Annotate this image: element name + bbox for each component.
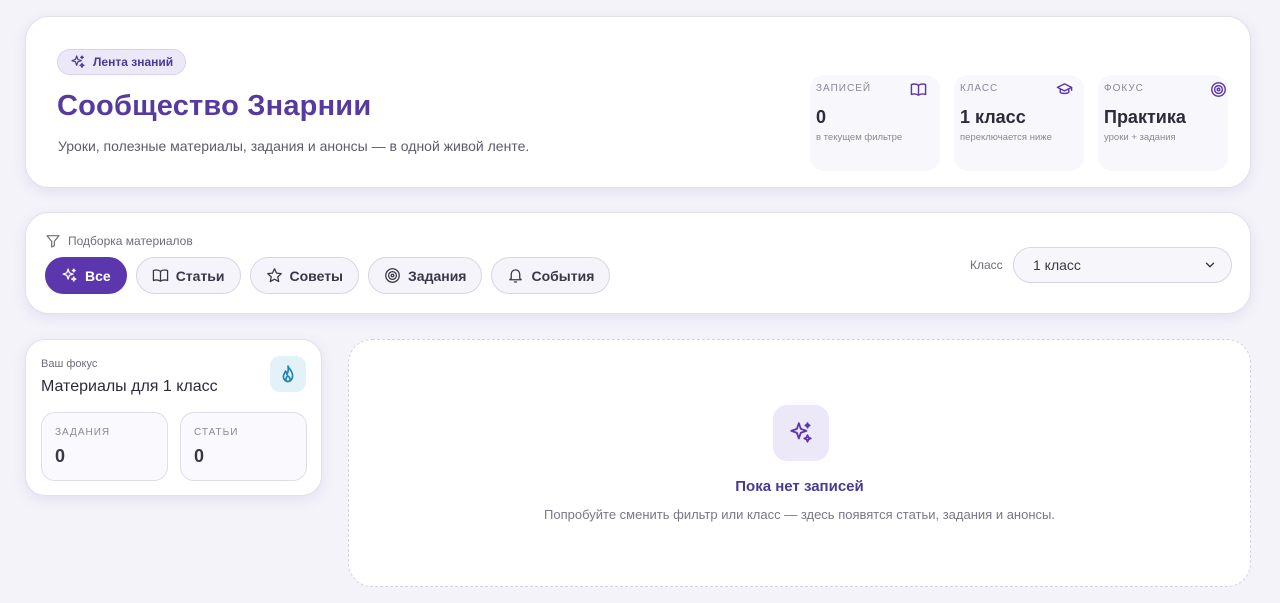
feed-badge: Лента знаний (57, 49, 187, 75)
stat-label: ЗАПИСЕЙ (816, 83, 872, 94)
sparkles-icon (773, 405, 829, 461)
hero-card: Лента знаний Сообщество Знарнии Уроки, п… (25, 16, 1251, 188)
flame-icon (270, 356, 306, 392)
filter-title-label: Подборка материалов (68, 234, 193, 248)
badge-label: Лента знаний (93, 55, 174, 69)
category-chips: Все Статьи Советы Задания События (45, 257, 611, 294)
stat-value: Практика (1104, 107, 1186, 127)
class-label: Класс (970, 258, 1003, 272)
chip-label: Статьи (175, 267, 225, 284)
page-subtitle: Уроки, полезные материалы, задания и ано… (58, 138, 530, 154)
page-title: Сообщество Знарнии (57, 90, 372, 122)
bell-icon (509, 269, 523, 283)
chip-label: События (531, 267, 595, 284)
stat-focus: ФОКУС Практика уроки + задания (1098, 75, 1228, 171)
stat-class: КЛАСС 1 класс переключается ниже (954, 75, 1084, 171)
chip-tips[interactable]: Советы (249, 257, 360, 294)
focus-tasks-counter: ЗАДАНИЯ 0 (41, 412, 168, 481)
filter-title: Подборка материалов (45, 233, 193, 249)
graduation-cap-icon (1054, 79, 1074, 99)
chip-all[interactable]: Все (45, 257, 127, 294)
focus-card: Ваш фокус Материалы для 1 класс ЗАДАНИЯ … (25, 339, 322, 496)
stat-note: переключается ниже (960, 132, 1052, 143)
empty-subtitle: Попробуйте сменить фильтр или класс — зд… (544, 507, 1055, 522)
filter-card: Подборка материалов Все Статьи Советы За… (25, 212, 1251, 314)
sparkles-icon (71, 55, 85, 68)
empty-title: Пока нет записей (735, 478, 864, 495)
book-icon (908, 79, 928, 99)
target-icon (1208, 79, 1228, 99)
filter-icon (46, 235, 60, 248)
book-icon (152, 269, 168, 282)
empty-state: Пока нет записей Попробуйте сменить филь… (348, 339, 1251, 587)
sparkles-icon (62, 268, 77, 282)
target-icon (385, 268, 400, 283)
tasks-value: 0 (55, 446, 66, 466)
chip-label: Советы (289, 267, 344, 284)
chip-events[interactable]: События (491, 257, 611, 294)
articles-value: 0 (194, 446, 205, 466)
chip-label: Все (85, 267, 111, 284)
stat-note: в текущем фильтре (816, 132, 903, 143)
articles-label: СТАТЬИ (194, 427, 239, 438)
chip-articles[interactable]: Статьи (135, 257, 241, 294)
chip-label: Задания (408, 267, 467, 284)
stat-note: уроки + задания (1104, 132, 1176, 143)
stat-records: ЗАПИСЕЙ 0 в текущем фильтре (810, 75, 940, 171)
class-select[interactable]: 1 класс (1013, 247, 1232, 283)
focus-articles-counter: СТАТЬИ 0 (180, 412, 307, 481)
chip-tasks[interactable]: Задания (368, 257, 483, 294)
chevron-down-icon (1205, 262, 1215, 268)
stat-value: 1 класс (960, 107, 1026, 127)
focus-label: Ваш фокус (41, 358, 98, 370)
star-icon (266, 268, 282, 283)
tasks-label: ЗАДАНИЯ (55, 427, 111, 438)
stat-label: ФОКУС (1104, 83, 1144, 94)
stat-label: КЛАСС (960, 83, 999, 94)
focus-title: Материалы для 1 класс (41, 378, 218, 395)
stat-value: 0 (816, 107, 827, 127)
class-select-value: 1 класс (1033, 257, 1081, 273)
